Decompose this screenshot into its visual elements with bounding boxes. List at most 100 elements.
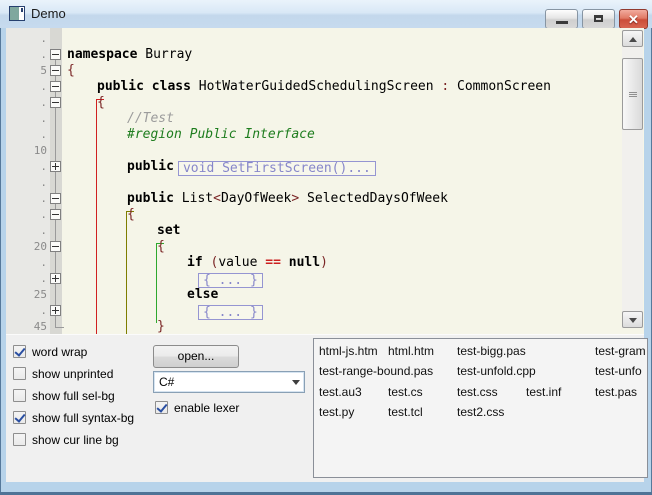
- code-token: value: [218, 255, 266, 270]
- code-line: public List<DayOfWeek> SelectedDaysOfWee…: [127, 191, 448, 207]
- file-list-item[interactable]: test-unfold.cpp: [457, 362, 536, 380]
- fold-marker[interactable]: [50, 97, 61, 108]
- line-number: .: [40, 80, 47, 93]
- code-token: #region Public Interface: [127, 127, 315, 142]
- scope-line: [156, 243, 157, 323]
- checkbox-box[interactable]: [155, 401, 168, 414]
- fold-marker[interactable]: [50, 273, 61, 284]
- file-listbox[interactable]: html-js.htm html.htm test-bigg.pas test-gra…: [313, 338, 648, 478]
- line-number: .: [40, 224, 47, 237]
- lexer-combobox-value: C#: [159, 375, 175, 389]
- file-list-item[interactable]: test.cs: [388, 383, 423, 401]
- code-token: {: [97, 95, 105, 110]
- code-line: }: [157, 319, 165, 334]
- checkbox-label: show full syntax-bg: [32, 411, 135, 425]
- code-token: SelectedDaysOfWeek: [299, 191, 448, 206]
- fold-marker[interactable]: [50, 193, 61, 204]
- folded-block[interactable]: { ... }: [198, 273, 263, 288]
- file-list-item[interactable]: test2.css: [457, 403, 504, 421]
- checkbox-box[interactable]: [13, 433, 26, 446]
- thumb-grip-icon: [629, 92, 637, 93]
- app-window: Demo ✕ .. namespace Burray 5 {. public class…: [0, 0, 652, 495]
- fold-marker[interactable]: [50, 65, 61, 76]
- file-list-item[interactable]: test.tcl: [388, 403, 423, 421]
- code-line: {: [157, 239, 165, 255]
- file-list-item[interactable]: test.inf: [526, 383, 561, 401]
- code-token: Burray: [137, 47, 193, 62]
- fold-marker[interactable]: [50, 49, 61, 60]
- open-button[interactable]: open...: [153, 345, 239, 368]
- code-editor[interactable]: .. namespace Burray 5 {. public class HotWat…: [6, 28, 644, 334]
- code-token: }: [157, 319, 165, 334]
- file-list-item[interactable]: html.htm: [388, 342, 434, 360]
- close-button[interactable]: ✕: [619, 9, 648, 29]
- folded-block[interactable]: { ... }: [198, 305, 263, 320]
- minimize-icon: [556, 21, 568, 24]
- fold-marker[interactable]: [50, 81, 61, 92]
- code-line: public void SetFirstScreen()...: [127, 159, 376, 176]
- code-token: public class: [97, 79, 191, 94]
- code-token: CommonScreen: [449, 79, 551, 94]
- file-list-item[interactable]: test.css: [457, 383, 498, 401]
- code-token: ): [320, 255, 328, 270]
- line-number: 10: [33, 144, 47, 157]
- code-token: ==: [265, 255, 281, 270]
- maximize-button[interactable]: [582, 9, 615, 29]
- code-line: set: [157, 223, 180, 239]
- code-line: {: [97, 95, 105, 111]
- code-token: if: [187, 255, 203, 270]
- checkbox-label: show unprinted: [32, 367, 114, 381]
- line-number: .: [40, 32, 47, 45]
- fold-marker[interactable]: [50, 305, 61, 316]
- options-panel: word wrap show unprinted show full sel-bg s…: [6, 334, 648, 482]
- vertical-scrollbar[interactable]: [622, 30, 643, 328]
- code-token: {: [127, 207, 135, 222]
- fold-marker[interactable]: [50, 161, 61, 172]
- checkbox-box[interactable]: [13, 367, 26, 380]
- line-number: .: [40, 96, 47, 109]
- scroll-down-button[interactable]: [622, 311, 643, 328]
- file-list-item[interactable]: test-range-bound.pas: [319, 362, 433, 380]
- checkbox-box[interactable]: [13, 411, 26, 424]
- checkbox-box[interactable]: [13, 389, 26, 402]
- fold-marker[interactable]: [50, 209, 61, 220]
- line-number: .: [40, 176, 47, 189]
- line-number: .: [40, 256, 47, 269]
- code-token: {: [67, 63, 75, 78]
- line-number: .: [40, 160, 47, 173]
- file-list-item[interactable]: test.au3: [319, 383, 362, 401]
- code-token: public: [127, 159, 174, 174]
- close-icon: ✕: [628, 12, 639, 27]
- code-line: else: [187, 287, 218, 303]
- code-token: namespace: [67, 47, 138, 62]
- code-token: DayOfWeek: [220, 191, 292, 206]
- folded-block[interactable]: void SetFirstScreen()...: [177, 161, 376, 176]
- code-line: public class HotWaterGuidedSchedulingScr…: [97, 79, 551, 95]
- scroll-up-icon: [629, 37, 637, 42]
- line-number: .: [40, 192, 47, 205]
- scroll-down-icon: [629, 318, 637, 323]
- line-number: 25: [33, 288, 47, 301]
- line-number: .: [40, 272, 47, 285]
- checkbox-box[interactable]: [13, 345, 26, 358]
- line-number: .: [40, 48, 47, 61]
- line-number: .: [40, 304, 47, 317]
- code-line: { ... }: [187, 271, 263, 288]
- lexer-combobox[interactable]: C#: [153, 371, 305, 393]
- minimize-button[interactable]: [545, 9, 578, 29]
- scrollbar-thumb[interactable]: [622, 58, 643, 130]
- line-number: 5: [40, 64, 47, 77]
- code-token: public: [127, 191, 182, 206]
- file-list-item[interactable]: test.py: [319, 403, 354, 421]
- file-list-item[interactable]: html-js.htm: [319, 342, 378, 360]
- file-list-item[interactable]: test-unfo: [595, 362, 642, 380]
- file-list-item[interactable]: test.pas: [595, 383, 637, 401]
- code-token: {: [157, 239, 165, 254]
- code-token: //Test: [127, 111, 174, 126]
- fold-marker[interactable]: [50, 241, 61, 252]
- scroll-up-button[interactable]: [622, 30, 643, 47]
- checkbox-label: word wrap: [32, 345, 88, 359]
- checkbox-label: show cur line bg: [32, 433, 119, 447]
- file-list-item[interactable]: test-bigg.pas: [457, 342, 526, 360]
- file-list-item[interactable]: test-gram: [595, 342, 646, 360]
